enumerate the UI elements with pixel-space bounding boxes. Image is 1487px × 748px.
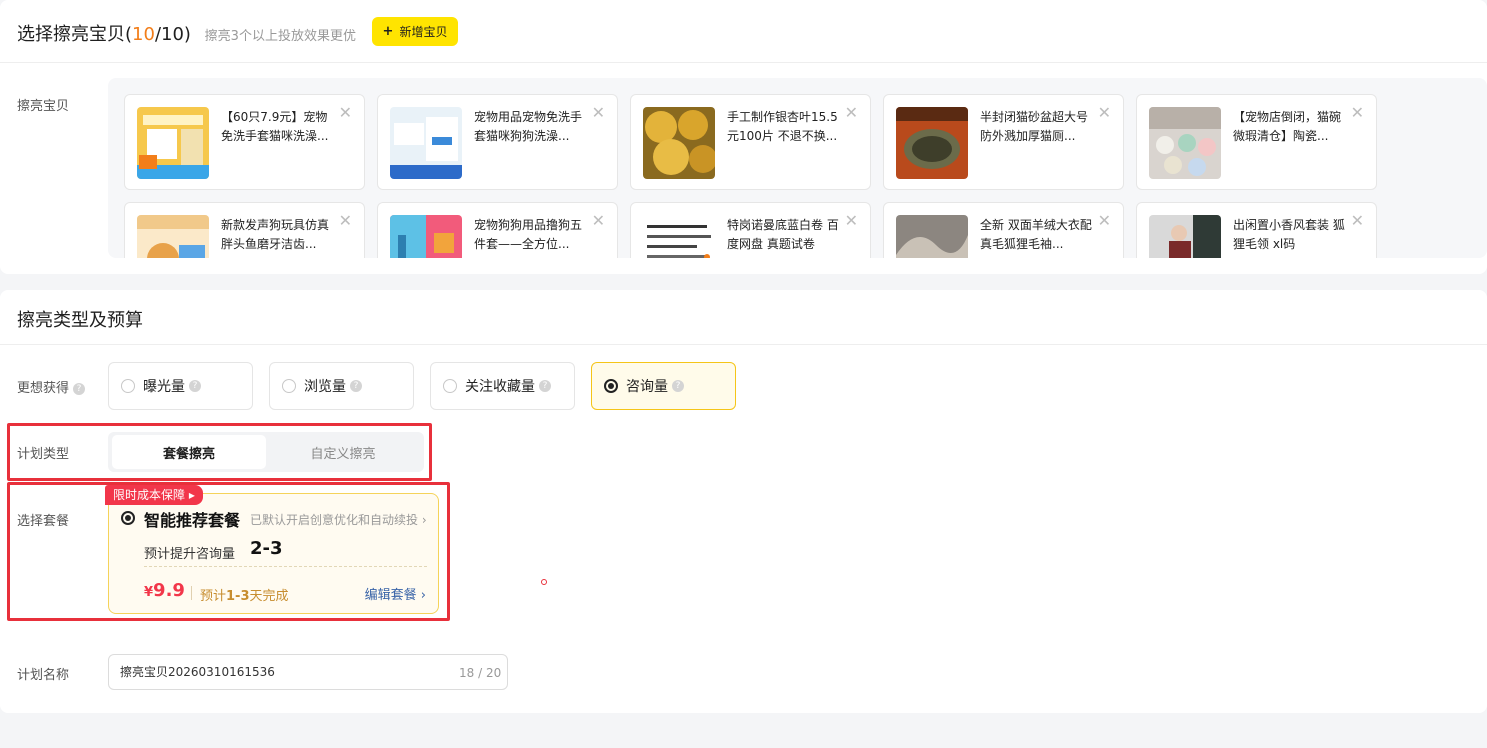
- help-icon[interactable]: ?: [672, 380, 684, 392]
- product-card[interactable]: 【宠物店倒闭，猫碗微瑕清仓】陶瓷... ✕: [1136, 94, 1377, 190]
- product-card[interactable]: 手工制作银杏叶15.5元100片 不退不换... ✕: [630, 94, 871, 190]
- radio-selected-icon: [604, 379, 618, 393]
- product-card[interactable]: 出闲置小香风套装 狐狸毛领 xl码 ✕: [1136, 202, 1377, 258]
- goal-option-follows[interactable]: 关注收藏量 ?: [430, 362, 575, 410]
- product-title: 出闲置小香风套装 狐狸毛领 xl码: [1233, 218, 1345, 251]
- divider: [0, 344, 1487, 345]
- products-row-label: 擦亮宝贝: [17, 99, 70, 114]
- package-note[interactable]: 已默认开启创意优化和自动续投 ›: [250, 511, 427, 528]
- product-list[interactable]: 【60只7.9元】宠物免洗手套猫咪洗澡... ✕ 宠物用品宠物免洗手套猫咪狗狗洗…: [108, 78, 1487, 258]
- close-icon[interactable]: ✕: [845, 213, 858, 229]
- section-subtitle: 擦亮3个以上投放效果更优: [204, 29, 356, 44]
- help-icon[interactable]: ?: [350, 380, 362, 392]
- product-title: 宠物用品宠物免洗手套猫咪狗狗洗澡...: [474, 110, 583, 143]
- product-thumbnail: [137, 215, 209, 258]
- edit-package-link[interactable]: 编辑套餐 ›: [365, 584, 426, 603]
- close-icon[interactable]: ✕: [592, 213, 605, 229]
- dashed-divider: [144, 566, 427, 567]
- goal-option-views[interactable]: 浏览量 ?: [269, 362, 414, 410]
- goal-option-exposure[interactable]: 曝光量 ?: [108, 362, 253, 410]
- close-icon[interactable]: ✕: [845, 105, 858, 121]
- goal-option-inquiries[interactable]: 咨询量 ?: [591, 362, 736, 410]
- product-title: 【60只7.9元】宠物免洗手套猫咪洗澡...: [221, 110, 329, 143]
- product-thumbnail: [390, 107, 462, 179]
- product-title: 全新 双面羊绒大衣配真毛狐狸毛袖...: [980, 218, 1092, 251]
- product-title: 宠物狗狗用品撸狗五件套——全方位...: [474, 218, 583, 251]
- radio-selected-icon: [121, 511, 135, 525]
- plus-icon: +: [382, 24, 394, 39]
- chevron-right-icon: ›: [421, 513, 427, 527]
- package-name: 智能推荐套餐: [144, 511, 241, 530]
- caret-right-icon: ▸: [188, 488, 195, 502]
- product-card[interactable]: 全新 双面羊绒大衣配真毛狐狸毛袖... ✕: [883, 202, 1124, 258]
- close-icon[interactable]: ✕: [592, 105, 605, 121]
- product-thumbnail: [643, 107, 715, 179]
- product-card[interactable]: 宠物用品宠物免洗手套猫咪狗狗洗澡... ✕: [377, 94, 618, 190]
- close-icon[interactable]: ✕: [1351, 213, 1364, 229]
- product-thumbnail: [1149, 215, 1221, 258]
- plan-type-package[interactable]: 套餐擦亮: [112, 435, 266, 469]
- radio-icon: [282, 379, 296, 393]
- product-thumbnail: [896, 215, 968, 258]
- product-card[interactable]: 【60只7.9元】宠物免洗手套猫咪洗澡... ✕: [124, 94, 365, 190]
- radio-icon: [121, 379, 135, 393]
- help-icon[interactable]: ?: [539, 380, 551, 392]
- plan-type-label: 计划类型: [17, 447, 70, 462]
- product-thumbnail: [896, 107, 968, 179]
- help-icon[interactable]: ?: [73, 382, 86, 395]
- goal-row-label: 更想获得?: [17, 377, 86, 396]
- select-products-card: 选择擦亮宝贝(10/10) 擦亮3个以上投放效果更优 + 新增宝贝 擦亮宝贝 【…: [0, 0, 1487, 274]
- plan-type-toggle: 套餐擦亮 自定义擦亮: [108, 432, 424, 472]
- section-title-select-products: 选择擦亮宝贝(10/10) 擦亮3个以上投放效果更优: [17, 24, 356, 45]
- estimate-label: 预计提升咨询量: [144, 547, 236, 562]
- plan-type-custom[interactable]: 自定义擦亮: [266, 435, 420, 469]
- close-icon[interactable]: ✕: [1098, 213, 1111, 229]
- section-title-type-budget: 擦亮类型及预算: [17, 310, 143, 331]
- product-thumbnail: [643, 215, 715, 258]
- estimate-value: 2-3: [250, 538, 283, 559]
- chevron-right-icon: ›: [420, 588, 426, 603]
- package-price: ¥9.9: [144, 580, 185, 601]
- selected-count: 10: [132, 24, 155, 45]
- close-icon[interactable]: ✕: [1098, 105, 1111, 121]
- product-title: 半封闭猫砂盆超大号防外溅加厚猫厕...: [980, 110, 1089, 143]
- product-title: 新款发声狗玩具仿真胖头鱼磨牙洁齿...: [221, 218, 330, 251]
- product-thumbnail: [1149, 107, 1221, 179]
- product-title: 手工制作银杏叶15.5元100片 不退不换...: [727, 110, 838, 143]
- package-label: 选择套餐: [17, 514, 70, 529]
- package-card-smart[interactable]: 智能推荐套餐 已默认开启创意优化和自动续投 › 预计提升咨询量 2-3 ¥9.9…: [108, 493, 439, 614]
- plan-name-char-count: 18 / 20: [459, 666, 502, 680]
- help-icon[interactable]: ?: [189, 380, 201, 392]
- radio-icon: [443, 379, 457, 393]
- close-icon[interactable]: ✕: [1351, 105, 1364, 121]
- product-card[interactable]: 特岗诺曼底蓝白卷 百度网盘 真题试卷 ✕: [630, 202, 871, 258]
- divider: [0, 62, 1487, 63]
- close-icon[interactable]: ✕: [339, 105, 352, 121]
- product-card[interactable]: 宠物狗狗用品撸狗五件套——全方位... ✕: [377, 202, 618, 258]
- plan-name-input[interactable]: 擦亮宝贝20260310161536: [108, 654, 508, 690]
- divider: [191, 586, 192, 600]
- product-thumbnail: [390, 215, 462, 258]
- limited-time-tag: 限时成本保障 ▸: [105, 485, 203, 505]
- product-card[interactable]: 新款发声狗玩具仿真胖头鱼磨牙洁齿... ✕: [124, 202, 365, 258]
- package-eta: 预计1-3天完成: [200, 589, 289, 604]
- product-title: 【宠物店倒闭，猫碗微瑕清仓】陶瓷...: [1233, 110, 1342, 143]
- plan-name-label: 计划名称: [17, 668, 70, 683]
- close-icon[interactable]: ✕: [339, 213, 352, 229]
- annotation-dot: [541, 579, 547, 585]
- product-title: 特岗诺曼底蓝白卷 百度网盘 真题试卷: [727, 218, 839, 251]
- product-thumbnail: [137, 107, 209, 179]
- add-product-button[interactable]: + 新增宝贝: [372, 17, 458, 46]
- product-card[interactable]: 半封闭猫砂盆超大号防外溅加厚猫厕... ✕: [883, 94, 1124, 190]
